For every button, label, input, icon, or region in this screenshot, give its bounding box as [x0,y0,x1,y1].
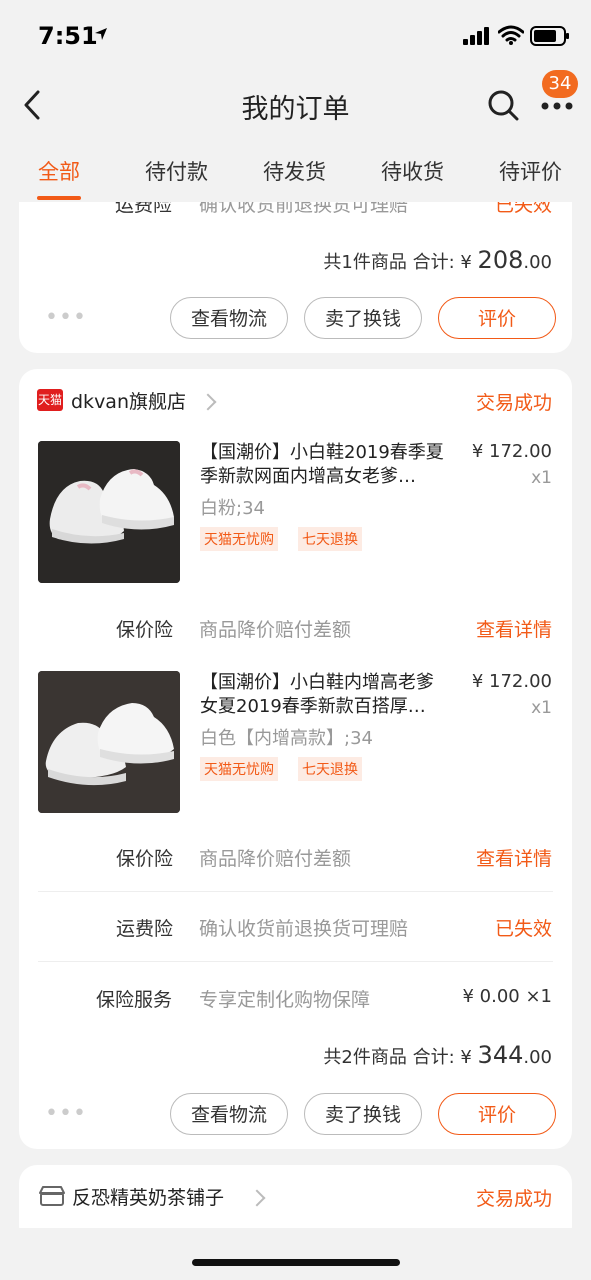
product-sku: 白色【内增高款】;34 [200,728,373,749]
freight-insurance-label: 运费险 [116,918,174,940]
insurance-service-desc: 专享定制化购物保障 [199,989,371,1011]
order-tabs: 全部 待付款 待发货 待收货 待评价 [0,140,591,202]
location-arrow-icon [95,28,107,40]
tag-tmall-worry-free: 天猫无忧购 [200,527,278,551]
product-sku: 白粉;34 [200,498,265,519]
more-options-icon[interactable]: ••• [45,1101,87,1126]
tab-all[interactable]: 全部 [38,156,80,186]
price-protect-label: 保价险 [116,619,174,641]
freight-insurance-status: 已失效 [494,202,552,216]
tag-seven-day-return: 七天退换 [298,757,362,781]
price-protect-label: 保价险 [116,848,174,870]
tab-pending-payment[interactable]: 待付款 [145,156,208,186]
resell-button[interactable]: 卖了换钱 [304,297,422,339]
divider [38,961,553,962]
product-image[interactable] [38,441,180,583]
insurance-service-value: ¥ 0.00 ×1 [462,986,552,1007]
chevron-right-icon [199,393,217,411]
product-title[interactable]: 【国潮价】小白鞋2019春季夏季新款网面内增高女老爹… [200,441,450,489]
freight-insurance-status: 已失效 [494,918,552,940]
tab-pending-receipt[interactable]: 待收货 [381,156,444,186]
home-indicator[interactable] [192,1259,400,1266]
shop-name[interactable]: dkvan旗舰店 [71,387,186,414]
product-image[interactable] [38,671,180,813]
product-quantity: x1 [531,698,552,718]
more-options-icon[interactable]: ••• [45,305,87,330]
price-protect-details-link[interactable]: 查看详情 [476,844,552,871]
status-bar: 7:51 [0,0,591,70]
tmall-logo: 天猫 [37,389,63,411]
navbar: 我的订单 34 [0,70,591,140]
review-button[interactable]: 评价 [438,297,556,339]
price-protect-desc: 商品降价赔付差额 [199,848,352,870]
view-logistics-button[interactable]: 查看物流 [170,297,288,339]
active-tab-indicator [37,196,81,200]
order-summary: 共2件商品 合计: ¥ 344.00 [323,1041,552,1069]
product-quantity: x1 [531,468,552,488]
insurance-service-label: 保险服务 [96,989,173,1011]
sneaker-image [38,671,180,813]
shop-icon [39,1186,65,1206]
tab-pending-review[interactable]: 待评价 [499,156,562,186]
tag-seven-day-return: 七天退换 [298,527,362,551]
status-time: 7:51 [38,22,98,50]
freight-insurance-desc: 确认收货前退换货可理赔 [199,202,409,216]
more-icon[interactable] [540,100,574,112]
sneaker-image [38,441,180,583]
order-card-2: 天猫 dkvan旗舰店 交易成功 【国潮价】小白鞋2019春季夏季新款网面内增高… [19,369,572,1149]
message-badge: 34 [542,70,578,98]
freight-insurance-desc: 确认收货前退换货可理赔 [199,918,409,940]
divider [38,891,553,892]
order-summary: 共1件商品 合计: ¥ 208.00 [323,246,552,274]
search-icon[interactable] [486,88,520,122]
view-logistics-button[interactable]: 查看物流 [170,1093,288,1135]
freight-insurance-label: 运费险 [115,202,173,216]
product-price: ¥ 172.00 [471,671,552,692]
cellular-signal-icon [463,27,489,45]
tab-pending-shipment[interactable]: 待发货 [263,156,326,186]
wifi-icon [498,25,524,45]
price-protect-details-link[interactable]: 查看详情 [476,615,552,642]
order-total: 208 [477,246,524,274]
order-total: 344 [477,1041,524,1069]
chevron-right-icon [248,1189,266,1207]
review-button[interactable]: 评价 [438,1093,556,1135]
resell-button[interactable]: 卖了换钱 [304,1093,422,1135]
tag-tmall-worry-free: 天猫无忧购 [200,757,278,781]
product-title[interactable]: 【国潮价】小白鞋内增高老爹女夏2019春季新款百搭厚… [200,671,450,719]
battery-icon [530,26,569,46]
price-protect-desc: 商品降价赔付差额 [199,619,352,641]
shop-name[interactable]: 反恐精英奶茶铺子 [72,1183,224,1210]
order-status: 交易成功 [475,392,552,414]
order-status: 交易成功 [475,1188,552,1210]
order-card-1: 运费险 确认收货前退换货可理赔 已失效 共1件商品 合计: ¥ 208.00 •… [19,202,572,353]
bottom-bar [0,1228,591,1280]
product-price: ¥ 172.00 [471,441,552,462]
